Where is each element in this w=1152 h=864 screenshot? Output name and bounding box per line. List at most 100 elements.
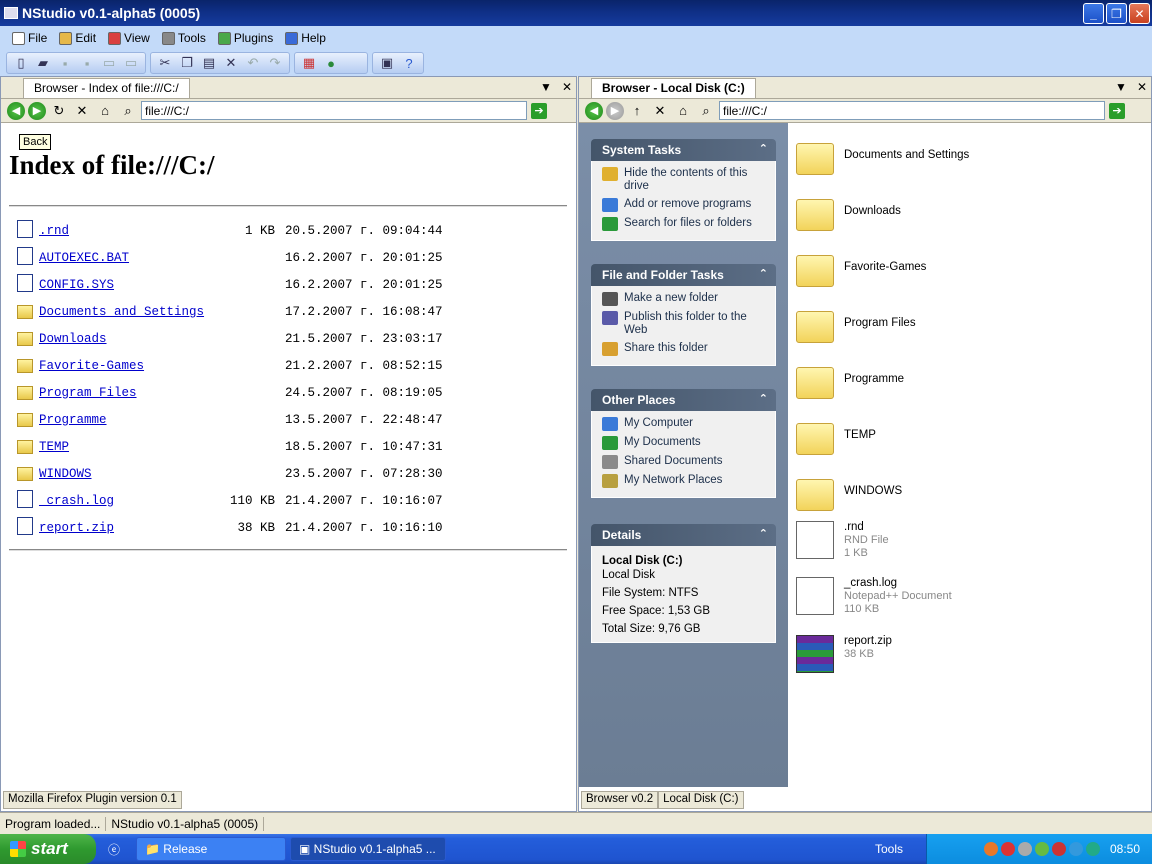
icon-view-item[interactable]: WINDOWS <box>796 471 1136 523</box>
save-all-icon[interactable]: ▪ <box>77 54 97 72</box>
back-icon[interactable]: ◀ <box>7 101 25 120</box>
menu-item-view[interactable]: View <box>102 28 156 48</box>
file-link[interactable]: Favorite-Games <box>39 359 144 373</box>
tray-app-icon[interactable] <box>983 842 998 856</box>
tray-app-icon[interactable] <box>1068 842 1083 856</box>
cut-icon[interactable]: ✂ <box>155 54 175 72</box>
file-link[interactable]: Documents and Settings <box>39 305 204 319</box>
icon-view-item[interactable]: _crash.log Notepad++ Document 110 KB <box>796 577 1136 629</box>
up-folder-icon[interactable]: ↑ <box>627 101 647 121</box>
taskbar-item-release[interactable]: 📁 Release <box>136 837 286 861</box>
address-input[interactable] <box>141 101 527 120</box>
tab-dropdown-icon[interactable]: ▼ <box>1115 80 1127 94</box>
tray-app-icon[interactable] <box>1034 842 1049 856</box>
tray-app-icon[interactable] <box>1017 842 1032 856</box>
task-item[interactable]: Search for files or folders <box>602 217 767 231</box>
icon-view-item[interactable]: Program Files <box>796 303 1136 355</box>
new-icon[interactable]: ▯ <box>11 54 31 72</box>
left-pane-tab[interactable]: Browser - Index of file:///C:/ <box>23 78 190 98</box>
icon-view-item[interactable]: TEMP <box>796 415 1136 467</box>
options-icon[interactable]: ▣ <box>377 54 397 72</box>
menu-item-tools[interactable]: Tools <box>156 28 212 48</box>
paste-icon[interactable]: ▤ <box>199 54 219 72</box>
tab-close-icon[interactable]: ✕ <box>1137 80 1147 94</box>
table-row: Program Files 24.5.2007 г. 08:19:05 <box>15 381 575 408</box>
save-icon[interactable]: ▪ <box>55 54 75 72</box>
stop-icon[interactable]: ✕ <box>72 101 92 121</box>
tray-tools[interactable]: Tools <box>875 842 903 856</box>
file-link[interactable]: TEMP <box>39 440 69 454</box>
collapse-icon[interactable]: ⌃ <box>759 267 768 280</box>
tray-app-icon[interactable] <box>1000 842 1015 856</box>
file-link[interactable]: CONFIG.SYS <box>39 278 114 292</box>
task-item[interactable]: My Documents <box>602 436 767 450</box>
stop-icon[interactable]: ✕ <box>650 101 670 121</box>
icon-view-item[interactable]: Downloads <box>796 191 1136 243</box>
icon-view-item[interactable]: Programme <box>796 359 1136 411</box>
file-link[interactable]: _crash.log <box>39 494 114 508</box>
search-icon <box>602 217 618 231</box>
menu-item-file[interactable]: File <box>6 28 53 48</box>
print-icon[interactable]: ▭ <box>99 54 119 72</box>
title-bar: NStudio v0.1-alpha5 (0005) _ ❐ ✕ <box>0 0 1152 26</box>
right-pane-tab[interactable]: Browser - Local Disk (C:) <box>591 78 756 98</box>
redo-icon[interactable]: ↷ <box>265 54 285 72</box>
menu-item-edit[interactable]: Edit <box>53 28 102 48</box>
maximize-button[interactable]: ❐ <box>1106 3 1127 24</box>
print-preview-icon[interactable]: ▭ <box>121 54 141 72</box>
task-item[interactable]: Hide the contents of this drive <box>602 167 767 193</box>
go-icon[interactable]: ➔ <box>1109 102 1125 119</box>
globe-icon[interactable]: ● <box>321 54 341 72</box>
go-icon[interactable]: ➔ <box>531 102 547 119</box>
close-button[interactable]: ✕ <box>1129 3 1150 24</box>
file-link[interactable]: .rnd <box>39 224 69 238</box>
undo-icon[interactable]: ↶ <box>243 54 263 72</box>
delete-icon[interactable]: ✕ <box>221 54 241 72</box>
home-icon[interactable]: ⌂ <box>95 101 115 121</box>
collapse-icon[interactable]: ⌃ <box>759 392 768 405</box>
search-icon[interactable]: ⌕ <box>118 101 138 121</box>
icon-view-item[interactable]: report.zip 38 KB <box>796 635 1136 687</box>
icon-view-item[interactable]: .rnd RND File 1 KB <box>796 521 1136 573</box>
start-button[interactable]: start <box>0 834 96 864</box>
file-link[interactable]: Downloads <box>39 332 107 346</box>
minimize-button[interactable]: _ <box>1083 3 1104 24</box>
task-item[interactable]: Make a new folder <box>602 292 767 306</box>
tab-close-icon[interactable]: ✕ <box>562 80 572 94</box>
forward-icon[interactable]: ▶ <box>28 101 46 120</box>
collapse-icon[interactable]: ⌃ <box>759 527 768 540</box>
file-link[interactable]: Programme <box>39 413 107 427</box>
task-item[interactable]: My Computer <box>602 417 767 431</box>
file-link[interactable]: report.zip <box>39 521 114 535</box>
ie-icon[interactable]: ⓔ <box>96 841 132 858</box>
collapse-icon[interactable]: ⌃ <box>759 142 768 155</box>
menu-item-plugins[interactable]: Plugins <box>212 28 279 48</box>
taskbar-item-nstudio[interactable]: ▣ NStudio v0.1-alpha5 ... <box>290 837 446 861</box>
icon-view-item[interactable]: Documents and Settings <box>796 135 1136 187</box>
menu-item-help[interactable]: Help <box>279 28 332 48</box>
file-link[interactable]: Program Files <box>39 386 137 400</box>
file-link[interactable]: WINDOWS <box>39 467 92 481</box>
windows-logo-icon <box>10 841 26 857</box>
tab-dropdown-icon[interactable]: ▼ <box>540 80 552 94</box>
search-icon[interactable]: ⌕ <box>696 101 716 121</box>
menu-item-label: Help <box>301 31 326 45</box>
forward-icon[interactable]: ▶ <box>606 101 624 120</box>
address-input[interactable] <box>719 101 1105 120</box>
task-item[interactable]: Publish this folder to the Web <box>602 311 767 337</box>
task-item[interactable]: My Network Places <box>602 474 767 488</box>
task-item[interactable]: Share this folder <box>602 342 767 356</box>
task-item[interactable]: Add or remove programs <box>602 198 767 212</box>
task-item[interactable]: Shared Documents <box>602 455 767 469</box>
icon-view-item[interactable]: Favorite-Games <box>796 247 1136 299</box>
tray-app-icon[interactable] <box>1085 842 1100 856</box>
help-icon[interactable]: ? <box>399 54 419 72</box>
layout-icon[interactable]: ▦ <box>299 54 319 72</box>
tray-app-icon[interactable] <box>1051 842 1066 856</box>
back-icon[interactable]: ◀ <box>585 101 603 120</box>
reload-icon[interactable]: ↻ <box>49 101 69 121</box>
file-link[interactable]: AUTOEXEC.BAT <box>39 251 129 265</box>
home-icon[interactable]: ⌂ <box>673 101 693 121</box>
copy-icon[interactable]: ❐ <box>177 54 197 72</box>
open-icon[interactable]: ▰ <box>33 54 53 72</box>
